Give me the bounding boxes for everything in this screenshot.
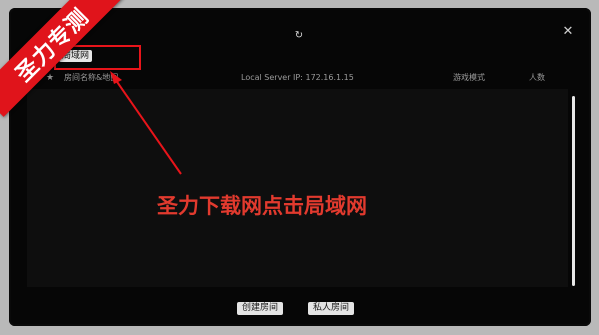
room-list[interactable] bbox=[27, 89, 568, 287]
star-icon[interactable]: ★ bbox=[46, 72, 54, 84]
server-ip-label: Local Server IP: 172.16.1.15 bbox=[241, 73, 354, 82]
create-room-button[interactable]: 创建房间 bbox=[237, 302, 284, 315]
room-list-scrollbar[interactable] bbox=[572, 96, 575, 286]
column-game-mode[interactable]: 游戏模式 bbox=[453, 72, 485, 84]
column-player-count[interactable]: 人数 bbox=[529, 72, 545, 84]
close-icon[interactable]: ✕ bbox=[561, 25, 575, 39]
private-room-button[interactable]: 私人房间 bbox=[308, 302, 355, 315]
column-room-name[interactable]: 房间名称&地图 bbox=[64, 72, 118, 84]
annotation-text: 圣力下载网点击局域网 bbox=[157, 194, 367, 218]
refresh-icon[interactable]: ↻ bbox=[293, 30, 305, 42]
